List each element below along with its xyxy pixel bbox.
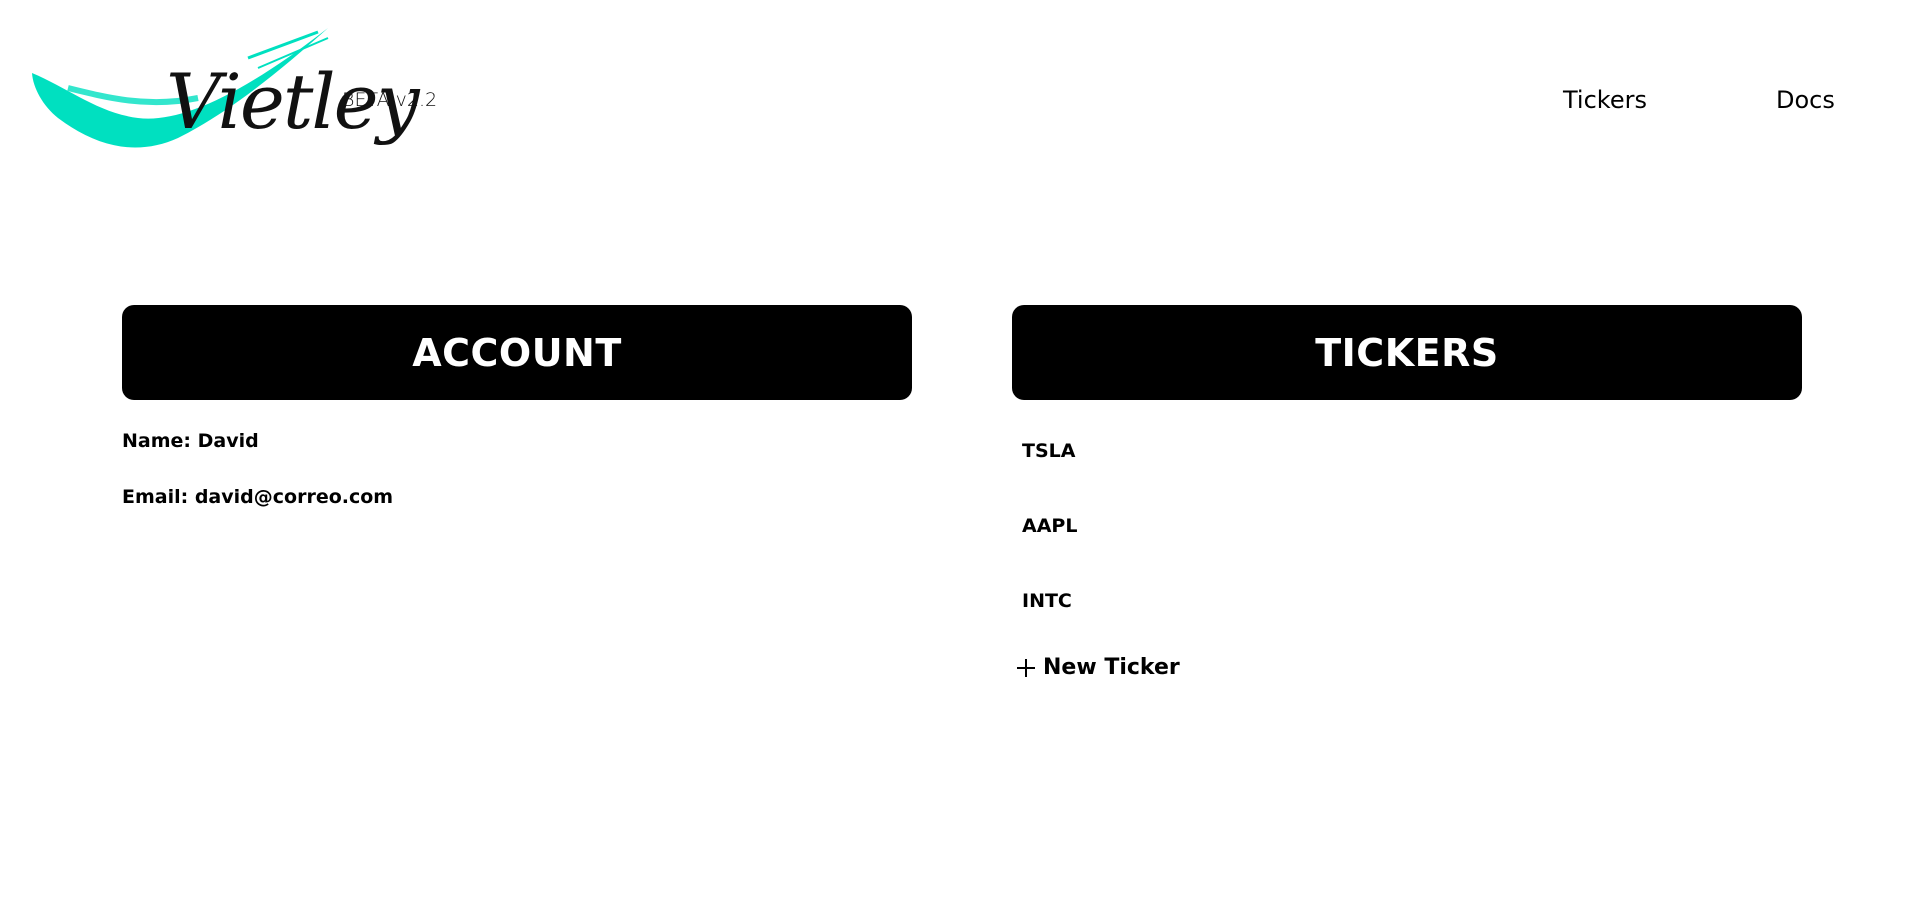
header: Vietley BETA v2.2 Tickers Docs (0, 0, 1908, 200)
tickers-panel: TICKERS TSLA AAPL INTC New Ticker (1012, 305, 1802, 680)
account-email: Email: david@correo.com (122, 486, 394, 508)
new-ticker-button[interactable]: New Ticker (1015, 655, 1180, 680)
tickers-panel-header: TICKERS (1012, 305, 1802, 400)
tickers-title: TICKERS (1315, 330, 1499, 375)
nav-tickers-link[interactable]: Tickers (1563, 86, 1647, 114)
nav-docs-link[interactable]: Docs (1776, 86, 1835, 114)
account-name: Name: David (122, 430, 259, 452)
new-ticker-label: New Ticker (1043, 655, 1180, 680)
account-panel-header: ACCOUNT (122, 305, 912, 400)
ticker-item-tsla[interactable]: TSLA (1022, 440, 1075, 462)
plus-icon (1015, 657, 1037, 679)
ticker-item-aapl[interactable]: AAPL (1022, 515, 1077, 537)
ticker-item-intc[interactable]: INTC (1022, 590, 1072, 612)
account-panel: ACCOUNT Name: David Email: david@correo.… (122, 305, 912, 508)
page: Vietley BETA v2.2 Tickers Docs ACCOUNT N… (0, 0, 1908, 913)
account-title: ACCOUNT (412, 330, 622, 375)
top-nav: Tickers Docs (0, 86, 1908, 120)
